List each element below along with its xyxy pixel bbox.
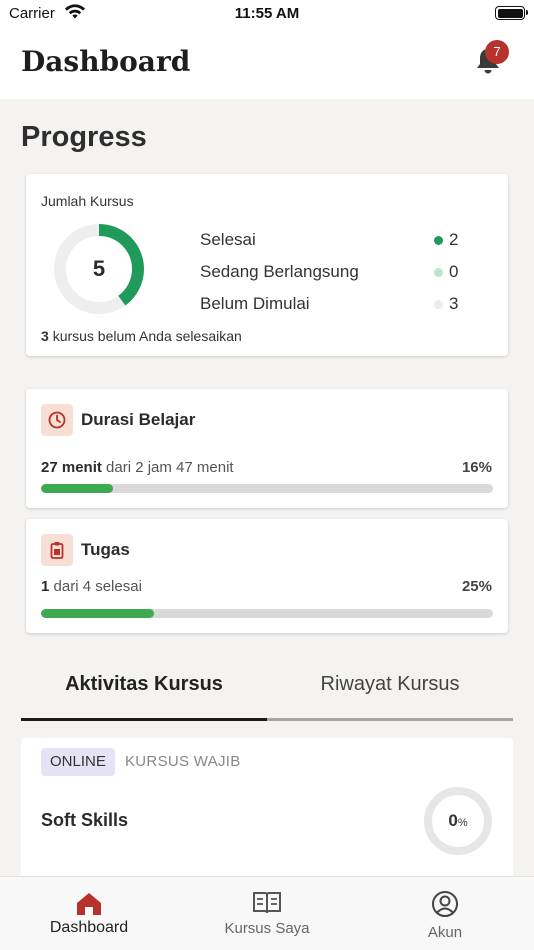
duration-info: 27 menit dari 2 jam 47 menit [41,459,234,476]
legend-value: 3 [449,294,459,313]
course-progress-value: 0% [448,811,468,830]
book-icon [253,892,281,914]
section-title-progress: Progress [21,121,147,153]
nav-dashboard[interactable]: Dashboard [20,877,158,950]
tab-indicator-inactive [267,718,513,721]
study-duration-card[interactable]: Durasi Belajar 27 menit dari 2 jam 47 me… [26,389,508,508]
legend-label: Selesai [200,230,256,249]
app-bar: Dashboard 7 [0,28,534,99]
tab-indicator-active [21,718,267,721]
legend-value: 2 [449,230,459,249]
course-type-label: KURSUS WAJIB [125,753,241,770]
clipboard-icon [41,534,73,566]
remaining-count: 3 [41,328,49,344]
legend-item-completed: Selesai 2 [200,228,500,252]
legend-label: Belum Dimulai [200,294,310,313]
course-mode-chip: ONLINE [41,748,115,776]
course-card[interactable]: ONLINE KURSUS WAJIB Soft Skills 0% [21,738,513,898]
legend-value: 0 [449,262,459,281]
duration-value: 27 menit [41,459,102,476]
duration-progress-track [41,484,493,493]
status-bar: Carrier 11:55 AM [0,0,534,28]
legend-item-not-started: Belum Dimulai 3 [200,292,500,316]
courses-remaining-text: 3 kursus belum Anda selesaikan [41,328,242,344]
nav-my-courses[interactable]: Kursus Saya [198,877,336,950]
nav-label: Kursus Saya [224,920,310,937]
legend-dot [434,236,443,245]
courses-summary-card: Jumlah Kursus 5 Selesai 2 Sedang Berlang… [26,174,508,356]
legend-item-in-progress: Sedang Berlangsung 0 [200,260,500,284]
legend-label: Sedang Berlangsung [200,262,359,281]
remaining-label: kursus belum Anda selesaikan [52,328,242,344]
nav-label: Dashboard [49,919,129,936]
tasks-progress-track [41,609,493,618]
clock: 11:55 AM [234,5,300,22]
tasks-info: 1 dari 4 selesai [41,578,142,595]
duration-of: dari 2 jam 47 menit [106,459,234,476]
courses-total-value: 5 [92,256,106,281]
legend-dot [434,300,443,309]
nav-label: Akun [427,924,463,941]
tasks-card[interactable]: Tugas 1 dari 4 selesai 25% [26,519,508,633]
duration-percent: 16% [461,459,492,476]
card-title: Tugas [81,540,130,559]
course-tabs: Aktivitas Kursus Riwayat Kursus [21,660,513,722]
home-icon [77,893,101,915]
account-icon [432,891,458,917]
tab-course-activity[interactable]: Aktivitas Kursus [21,660,267,718]
tasks-percent: 25% [461,578,492,595]
tasks-progress-bar [41,609,154,618]
tasks-value: 1 [41,578,50,595]
duration-progress-bar [41,484,114,493]
nav-account[interactable]: Akun [376,877,514,950]
battery-icon [495,6,528,20]
clock-icon [41,404,73,436]
tasks-of: dari 4 selesai [53,578,142,595]
courses-total-label: Jumlah Kursus [41,193,134,209]
page-title: Dashboard [21,45,191,78]
bottom-navigation: Dashboard Kursus Saya Akun [0,876,534,950]
tab-course-history[interactable]: Riwayat Kursus [267,660,513,718]
course-name: Soft Skills [41,810,129,830]
legend-dot [434,268,443,277]
notification-badge: 7 [485,40,509,64]
card-title: Durasi Belajar [81,410,196,429]
